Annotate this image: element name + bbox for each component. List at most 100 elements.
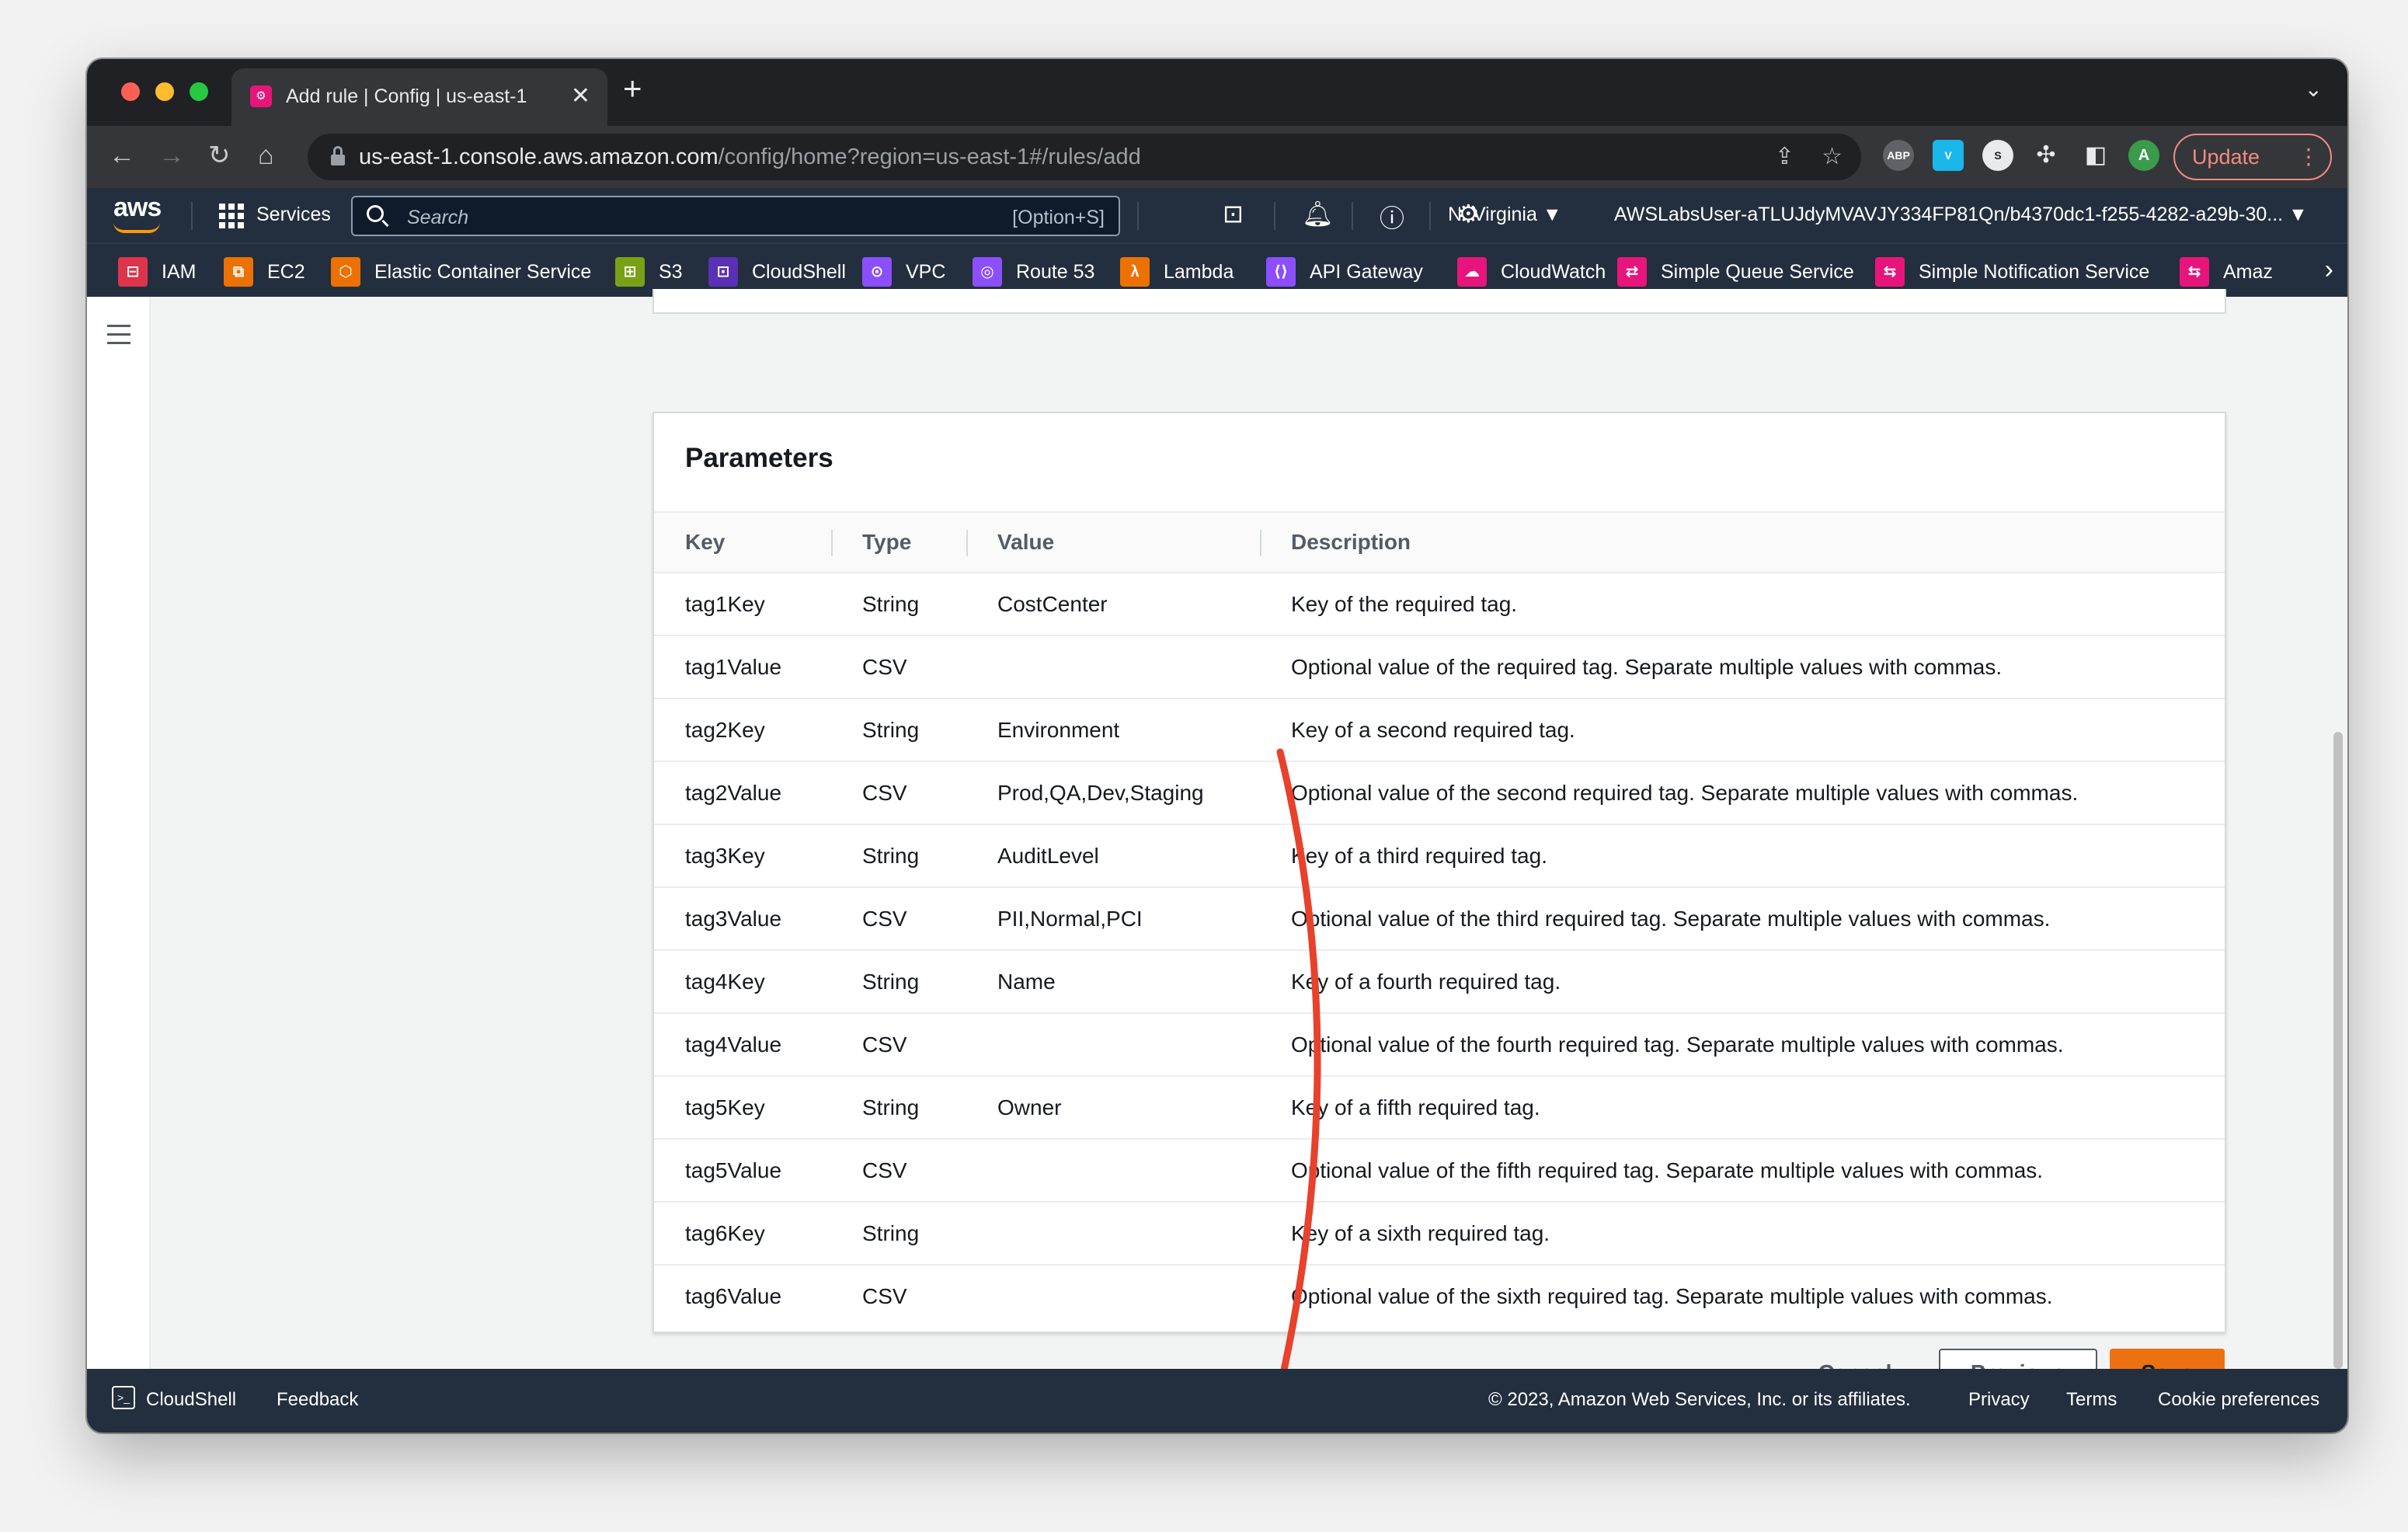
favorite-ec2[interactable]: ⧉ EC2 bbox=[224, 256, 305, 287]
favorite-s3[interactable]: ⊞ S3 bbox=[615, 256, 683, 287]
favorite-label: VPC bbox=[906, 260, 946, 283]
s3-icon: ⊞ bbox=[615, 257, 645, 287]
table-row: tag1Key String CostCenter Key of the requir… bbox=[654, 573, 2225, 636]
adblock-extension-icon[interactable]: ABP bbox=[1883, 140, 1914, 171]
cell-description: Optional value of the required tag. Sepa… bbox=[1260, 635, 2225, 699]
help-icon[interactable]: ⓘ bbox=[1380, 199, 1404, 235]
cell-key: tag6Key bbox=[654, 1202, 831, 1266]
parameters-panel: Parameters Key Type Value Description ta… bbox=[652, 412, 2226, 1333]
vpc-icon: ⊙ bbox=[862, 257, 892, 287]
cell-key: tag3Value bbox=[654, 887, 831, 951]
cell-type: CSV bbox=[831, 887, 966, 951]
favorite-label: Lambda bbox=[1164, 260, 1234, 283]
cell-key: tag2Value bbox=[654, 761, 831, 825]
extensions-puzzle-icon[interactable]: ✣ bbox=[2030, 140, 2062, 171]
table-row: tag3Key String AuditLevel Key of a third re… bbox=[654, 824, 2225, 888]
footer-privacy-link[interactable]: Privacy bbox=[1968, 1389, 2030, 1411]
favorite-cloudshell[interactable]: ⊡ CloudShell bbox=[708, 256, 846, 287]
search-shortcut-hint: [Option+S] bbox=[1012, 207, 1105, 228]
services-menu-button[interactable]: Services bbox=[256, 204, 331, 226]
cell-value: Owner bbox=[966, 1076, 1260, 1140]
sqs-icon: ⇄ bbox=[1617, 257, 1647, 287]
account-menu[interactable]: AWSLabsUser-aTLUJdyMVAVJY334FP81Qn/b4370… bbox=[1614, 204, 2308, 226]
favorite-lambda[interactable]: λ Lambda bbox=[1120, 256, 1234, 287]
favorite-label: CloudWatch bbox=[1501, 260, 1606, 283]
favorite-cloudwatch[interactable]: ☁ CloudWatch bbox=[1457, 256, 1606, 287]
cell-type: String bbox=[831, 698, 966, 762]
previous-section-card bbox=[652, 289, 2226, 314]
route53-icon: ◎ bbox=[973, 257, 1002, 287]
tab-search-chevron-icon[interactable]: ⌄ bbox=[2305, 76, 2323, 102]
table-row: tag6Value CSV Optional value of the sixth … bbox=[654, 1265, 2225, 1328]
favorite-label: API Gateway bbox=[1310, 260, 1423, 283]
favorite-vpc[interactable]: ⊙ VPC bbox=[862, 256, 945, 287]
footer-cookie-preferences-link[interactable]: Cookie preferences bbox=[2158, 1389, 2319, 1411]
favorite-label: Route 53 bbox=[1016, 260, 1095, 283]
favorite-sqs[interactable]: ⇄ Simple Queue Service bbox=[1617, 256, 1854, 287]
reload-button[interactable]: ↻ bbox=[208, 140, 231, 171]
ec2-icon: ⧉ bbox=[224, 257, 253, 287]
maximize-window-button[interactable] bbox=[190, 82, 208, 101]
aws-logo[interactable]: aws bbox=[113, 193, 162, 223]
favorite-label: IAM bbox=[162, 260, 197, 283]
new-tab-button[interactable]: + bbox=[623, 70, 642, 107]
update-button[interactable]: Update ⋮ bbox=[2173, 134, 2332, 180]
url-text[interactable]: us-east-1.console.aws.amazon.com/config/… bbox=[359, 144, 1141, 170]
minimize-window-button[interactable] bbox=[155, 82, 174, 101]
region-selector[interactable]: N. Virginia ▼ bbox=[1448, 204, 1562, 226]
table-row: tag4Value CSV Optional value of the fourth… bbox=[654, 1013, 2225, 1077]
api-gateway-icon: ⟨⟩ bbox=[1266, 257, 1296, 287]
forward-button[interactable]: → bbox=[158, 140, 185, 171]
favorite-amazon-service[interactable]: ⇆ Amaz bbox=[2180, 256, 2273, 287]
favorite-label: Simple Notification Service bbox=[1919, 260, 2150, 283]
extension-s-icon[interactable]: S bbox=[1982, 140, 2013, 171]
cell-value: AuditLevel bbox=[966, 824, 1260, 888]
vimeo-extension-icon[interactable]: V bbox=[1933, 140, 1964, 171]
cell-type: String bbox=[831, 1202, 966, 1266]
home-button[interactable]: ⌂ bbox=[258, 140, 274, 171]
footer-terms-link[interactable]: Terms bbox=[2066, 1389, 2117, 1411]
cell-type: String bbox=[831, 950, 966, 1014]
aws-search-input[interactable]: Search [Option+S] bbox=[351, 196, 1120, 236]
cloudshell-footer-icon[interactable]: >_ bbox=[112, 1386, 135, 1409]
tab-close-icon[interactable]: ✕ bbox=[571, 82, 590, 110]
amazon-service-icon: ⇆ bbox=[2180, 257, 2209, 287]
lock-icon[interactable] bbox=[331, 146, 345, 166]
notifications-bell-icon[interactable]: 🔔︎ bbox=[1302, 199, 1334, 228]
services-grid-icon[interactable] bbox=[219, 204, 244, 228]
cell-value bbox=[966, 1013, 1260, 1077]
tab-strip: ⚙ Add rule | Config | us-east-1 ✕ + ⌄ bbox=[87, 59, 2347, 126]
side-panel-icon[interactable]: ◧ bbox=[2080, 140, 2111, 171]
back-button[interactable]: ← bbox=[109, 140, 135, 171]
cell-type: String bbox=[831, 573, 966, 636]
close-window-button[interactable] bbox=[121, 82, 140, 101]
cell-key: tag4Value bbox=[654, 1013, 831, 1077]
column-header-type: Type bbox=[831, 511, 966, 573]
side-navigation bbox=[87, 297, 151, 1428]
cell-key: tag3Key bbox=[654, 824, 831, 888]
bookmark-star-icon[interactable]: ☆ bbox=[1822, 143, 1843, 170]
cell-type: CSV bbox=[831, 635, 966, 699]
share-icon[interactable]: ⇪ bbox=[1775, 143, 1794, 170]
cell-key: tag5Value bbox=[654, 1139, 831, 1203]
cell-description: Key of a third required tag. bbox=[1260, 824, 2225, 888]
footer-cloudshell-link[interactable]: CloudShell bbox=[146, 1389, 236, 1411]
page-scrollbar[interactable] bbox=[2333, 732, 2343, 1369]
favorites-scroll-right-icon[interactable]: › bbox=[2325, 255, 2333, 285]
favorite-label: Elastic Container Service bbox=[374, 260, 592, 283]
footer-feedback-link[interactable]: Feedback bbox=[277, 1389, 358, 1411]
profile-avatar[interactable]: A bbox=[2128, 140, 2159, 171]
favorite-sns[interactable]: ⇆ Simple Notification Service bbox=[1875, 256, 2149, 287]
favorite-route53[interactable]: ◎ Route 53 bbox=[973, 256, 1094, 287]
hamburger-menu-icon[interactable] bbox=[107, 325, 130, 345]
address-bar[interactable]: us-east-1.console.aws.amazon.com/config/… bbox=[308, 134, 1861, 180]
browser-tab-active[interactable]: ⚙ Add rule | Config | us-east-1 ✕ bbox=[231, 68, 607, 126]
favorite-iam[interactable]: ⊟ IAM bbox=[118, 256, 196, 287]
favorite-api-gateway[interactable]: ⟨⟩ API Gateway bbox=[1266, 256, 1423, 287]
favorite-ecs[interactable]: ⬡ Elastic Container Service bbox=[331, 256, 591, 287]
cloudshell-nav-icon[interactable]: ⊡ bbox=[1223, 199, 1244, 228]
ecs-icon: ⬡ bbox=[331, 257, 360, 287]
cloudshell-icon: ⊡ bbox=[708, 257, 738, 287]
cell-type: String bbox=[831, 824, 966, 888]
cell-type: String bbox=[831, 1076, 966, 1140]
